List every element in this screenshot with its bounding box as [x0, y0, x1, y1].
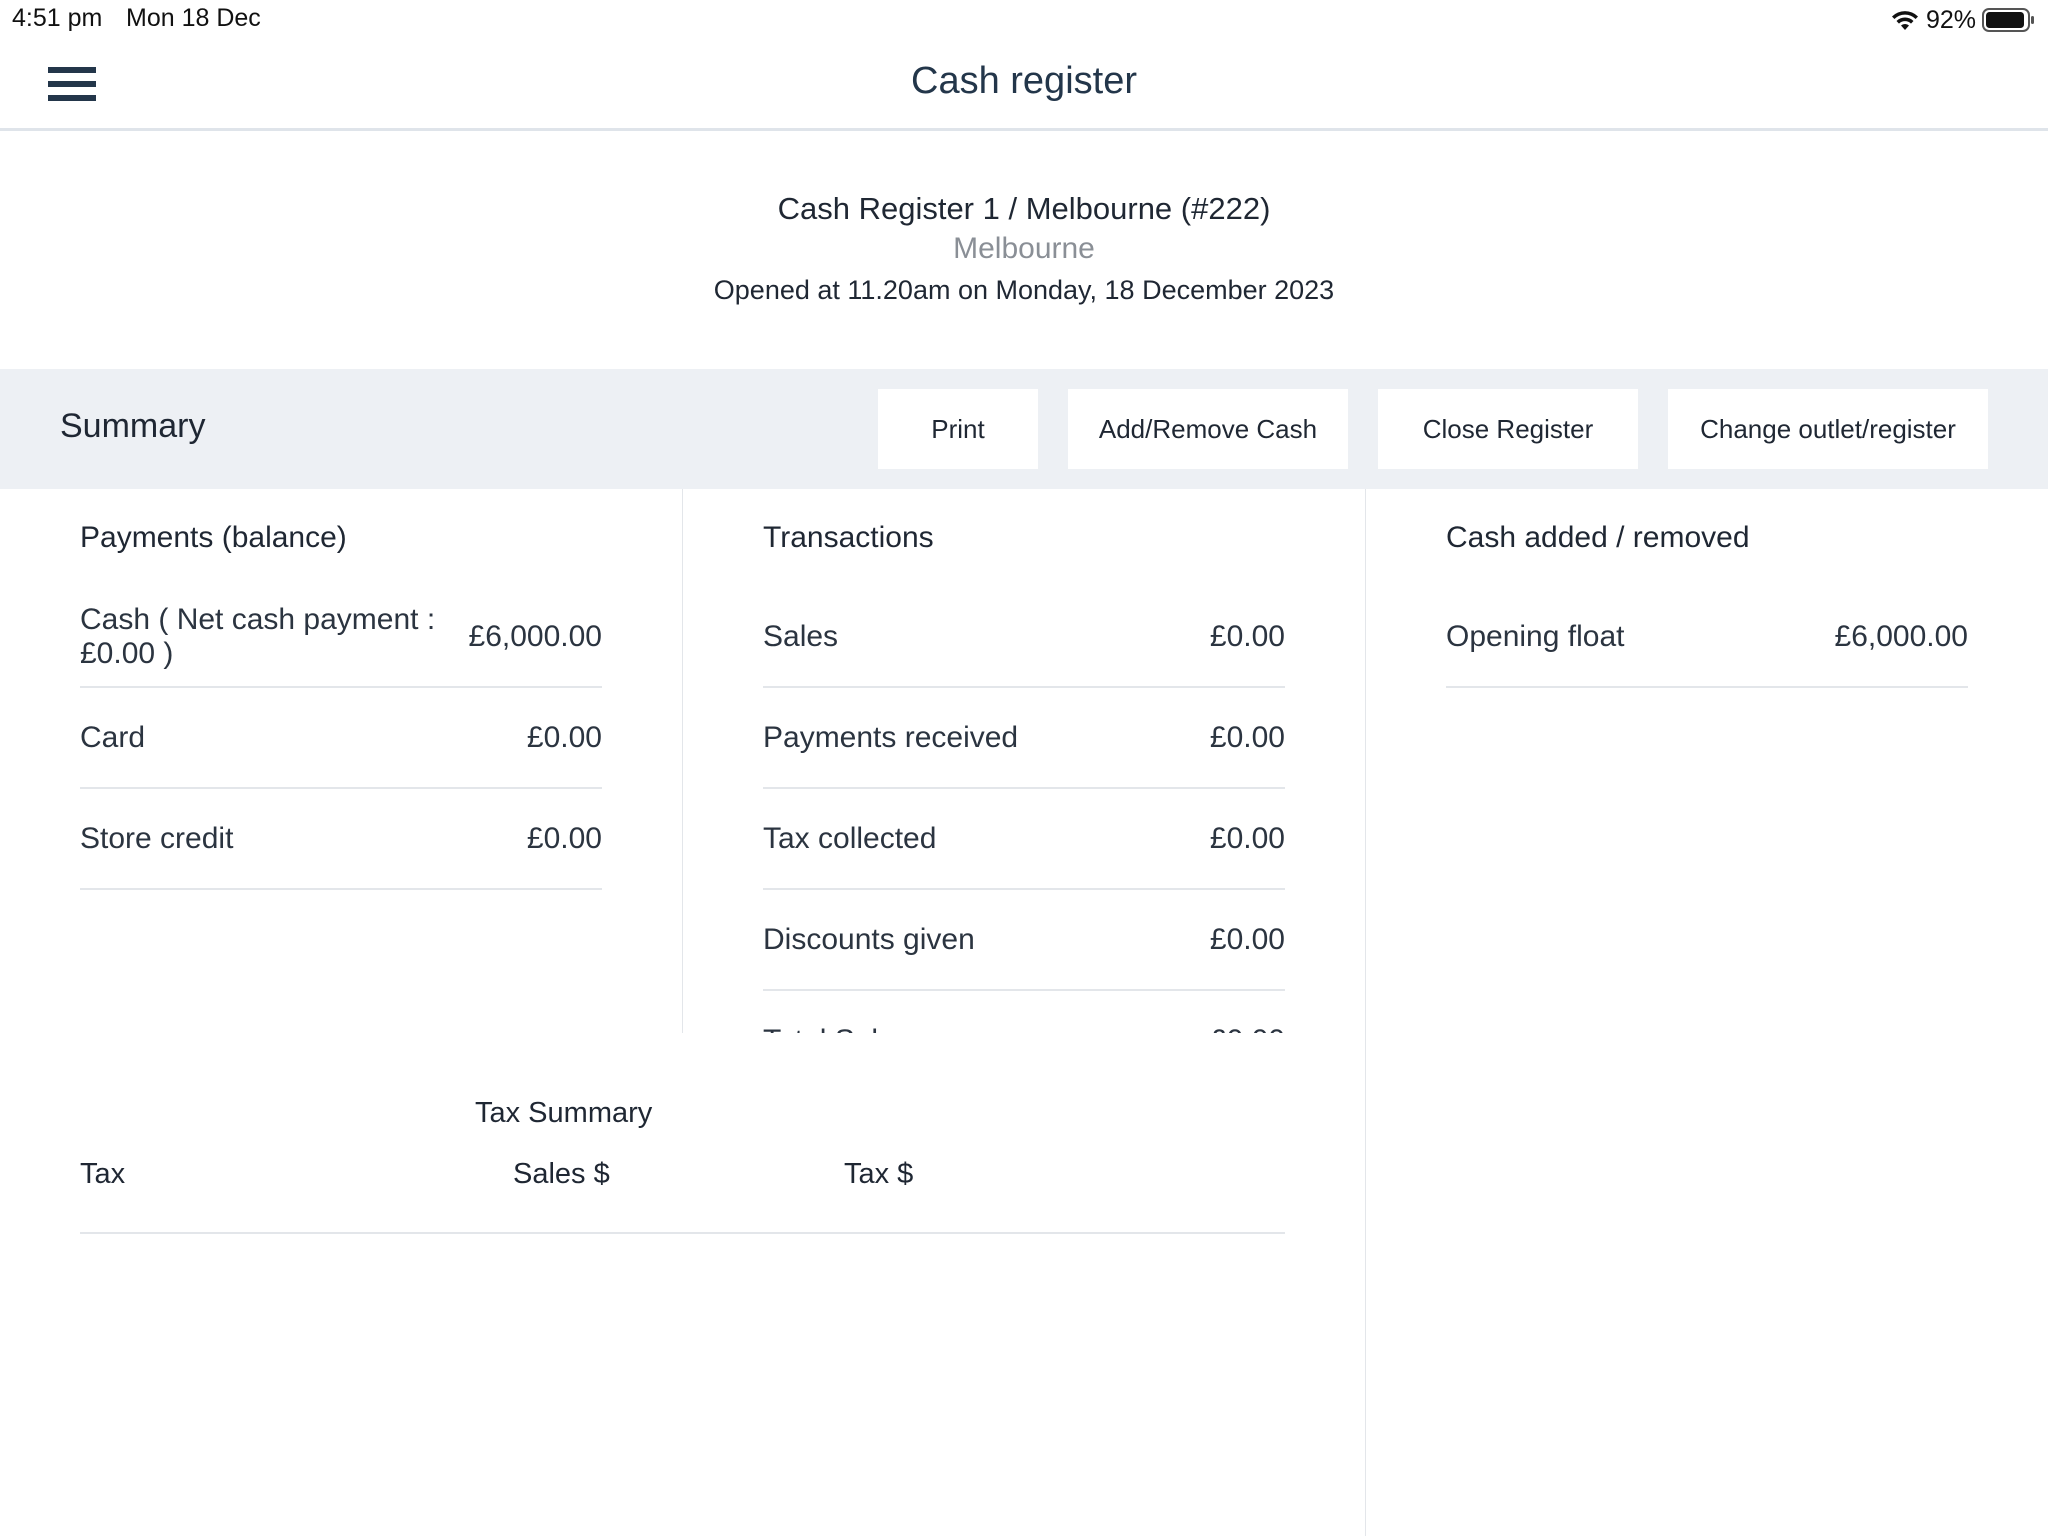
row-value: £0.00: [526, 720, 602, 754]
status-bar: 4:51 pm Mon 18 Dec 92%: [0, 0, 2048, 40]
row-value: £0.00: [1209, 619, 1285, 653]
row-value: £6,000.00: [1834, 619, 1968, 653]
payment-row-card: Card £0.00: [80, 688, 602, 789]
row-label: Total Sales: [763, 1024, 910, 1034]
status-date: Mon 18 Dec: [126, 4, 261, 32]
row-value: £0.00: [1209, 720, 1285, 754]
transactions-list: Sales £0.00 Payments received £0.00 Tax …: [763, 587, 1285, 1033]
row-value: £6,000.00: [468, 619, 602, 653]
payments-heading: Payments (balance): [80, 521, 347, 554]
change-outlet-register-button[interactable]: Change outlet/register: [1668, 389, 1988, 469]
transaction-row-discounts-given: Discounts given £0.00: [763, 890, 1285, 991]
close-register-button[interactable]: Close Register: [1378, 389, 1638, 469]
payment-row-cash: Cash ( Net cash payment : £0.00 ) £6,000…: [80, 587, 602, 688]
column-divider: [1365, 489, 1366, 1536]
row-value: £0.00: [1209, 922, 1285, 956]
register-header: Cash Register 1 / Melbourne (#222) Melbo…: [0, 131, 2048, 369]
page-title: Cash register: [911, 60, 1137, 102]
transaction-row-sales: Sales £0.00: [763, 587, 1285, 688]
status-indicators: 92%: [1890, 4, 2036, 36]
payments-list: Cash ( Net cash payment : £0.00 ) £6,000…: [80, 587, 602, 890]
cash-row-opening-float: Opening float £6,000.00: [1446, 587, 1968, 688]
transaction-row-total-sales: Total Sales £0.00: [763, 991, 1285, 1034]
battery-percent: 92%: [1925, 5, 1976, 34]
row-label: Card: [80, 720, 146, 754]
row-label: Payments received: [763, 720, 1019, 754]
row-label: Opening float: [1446, 619, 1625, 653]
register-outlet: Melbourne: [953, 232, 1095, 265]
sales-column-header: Sales $: [513, 1158, 610, 1190]
print-button[interactable]: Print: [878, 389, 1038, 469]
row-label: Store credit: [80, 821, 234, 855]
row-label: Sales: [763, 619, 839, 653]
row-label: Cash ( Net cash payment : £0.00 ): [80, 602, 436, 670]
tax-summary: Tax Summary Tax Sales $ Tax $: [80, 1090, 1285, 1235]
transaction-row-payments-received: Payments received £0.00: [763, 688, 1285, 789]
transaction-row-tax-collected: Tax collected £0.00: [763, 789, 1285, 890]
status-time: 4:51 pm: [12, 4, 103, 32]
nav-bar: Cash register: [0, 40, 2048, 131]
summary-bar: Summary Print Add/Remove Cash Close Regi…: [0, 369, 2048, 489]
cash-movements-heading: Cash added / removed: [1446, 521, 1750, 554]
wifi-icon: [1891, 11, 1918, 30]
cash-movements-list: Opening float £6,000.00: [1446, 587, 1968, 688]
transactions-heading: Transactions: [763, 521, 934, 554]
row-value: £0.00: [526, 821, 602, 855]
row-value: £0.00: [1209, 821, 1285, 855]
row-label: Discounts given: [763, 922, 975, 956]
battery-icon: [1982, 8, 2034, 32]
add-remove-cash-button[interactable]: Add/Remove Cash: [1068, 389, 1348, 469]
tax-table-header: Tax Sales $ Tax $: [80, 1150, 1285, 1234]
row-label: Tax collected: [763, 821, 937, 855]
column-divider: [682, 489, 683, 1033]
summary-title: Summary: [60, 407, 206, 445]
register-name: Cash Register 1 / Melbourne (#222): [777, 191, 1271, 226]
transactions-panel[interactable]: Transactions Sales £0.00 Payments receiv…: [763, 489, 1285, 1033]
tax-amount-column-header: Tax $: [844, 1158, 914, 1190]
tax-column-header: Tax: [80, 1158, 126, 1190]
payment-row-store-credit: Store credit £0.00: [80, 789, 602, 890]
register-opened-time: Opened at 11.20am on Monday, 18 December…: [713, 275, 1335, 305]
row-value: £0.00: [1210, 1024, 1285, 1034]
tax-summary-title: Tax Summary: [475, 1097, 653, 1129]
